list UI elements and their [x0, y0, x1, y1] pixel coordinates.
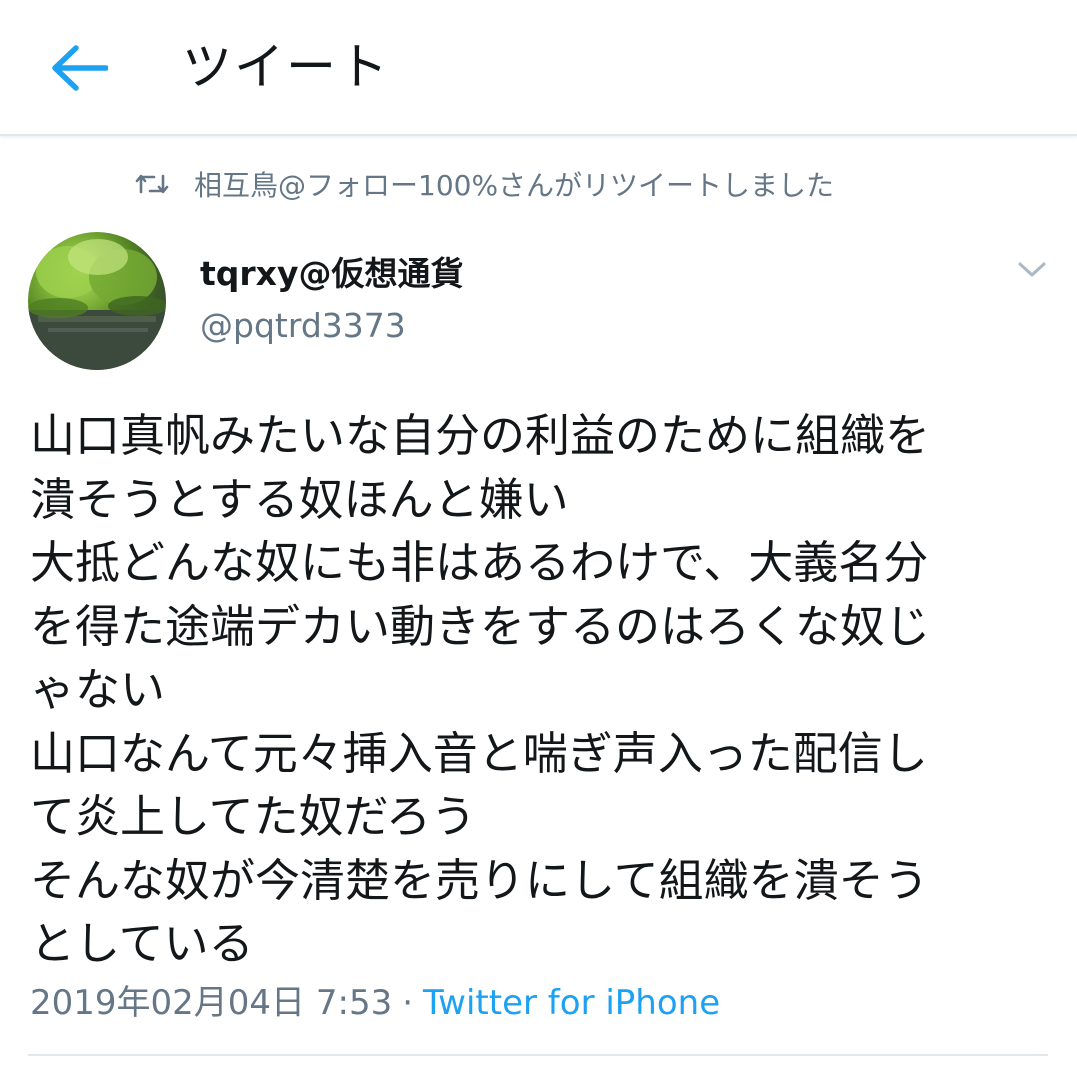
tweet-text-line: ゃない	[30, 663, 166, 716]
top-app-bar: ツイート	[0, 0, 1077, 136]
author-name[interactable]: tqrxy@仮想通貨	[200, 252, 463, 296]
tweet-text-line: を得た途端デカい動きをするのはろくな奴じ	[30, 599, 931, 653]
metadata-separator: ·	[402, 983, 414, 1023]
tweet-text-line: 山口真帆みたいな自分の利益のために組織を	[30, 409, 931, 462]
arrow-left-icon	[52, 45, 108, 91]
tweet-source-link[interactable]: Twitter for iPhone	[423, 983, 720, 1023]
tweet-menu-button[interactable]	[1010, 252, 1054, 288]
tweet-text-line: 大抵どんな奴にも非はあるわけで、大義名分	[30, 536, 929, 589]
avatar[interactable]	[28, 232, 166, 370]
chevron-down-icon	[1018, 262, 1046, 277]
tweet-text-line: て炎上してた奴だろう	[30, 790, 476, 843]
retweet-icon	[132, 168, 172, 200]
retweet-context[interactable]: 相互鳥@フォロー100%さんがリツイートしました	[132, 162, 834, 206]
back-button[interactable]	[44, 30, 114, 106]
retweet-context-text: 相互鳥@フォロー100%さんがリツイートしました	[194, 169, 835, 202]
tweet-timestamp: 2019年02月04日 7:53	[30, 983, 393, 1023]
divider	[28, 1054, 1048, 1056]
page-title: ツイート	[182, 38, 390, 96]
tweet-text-line: そんな奴が今清楚を売りにして組織を潰そう	[30, 853, 929, 907]
tweet-metadata: 2019年02月04日 7:53 · Twitter for iPhone	[30, 978, 720, 1028]
tweet-text: 山口真帆みたいな自分の利益のために組織を 潰そうとする奴ほんと嫌い 大抵どんな奴…	[30, 404, 1040, 976]
tweet-text-line: 潰そうとする奴ほんと嫌い	[30, 472, 569, 526]
tweet-text-line: 山口なんて元々挿入音と喘ぎ声入った配信し	[30, 726, 928, 780]
author-handle[interactable]: @pqtrd3373	[200, 304, 406, 348]
tweet-text-line: としている	[30, 917, 254, 970]
